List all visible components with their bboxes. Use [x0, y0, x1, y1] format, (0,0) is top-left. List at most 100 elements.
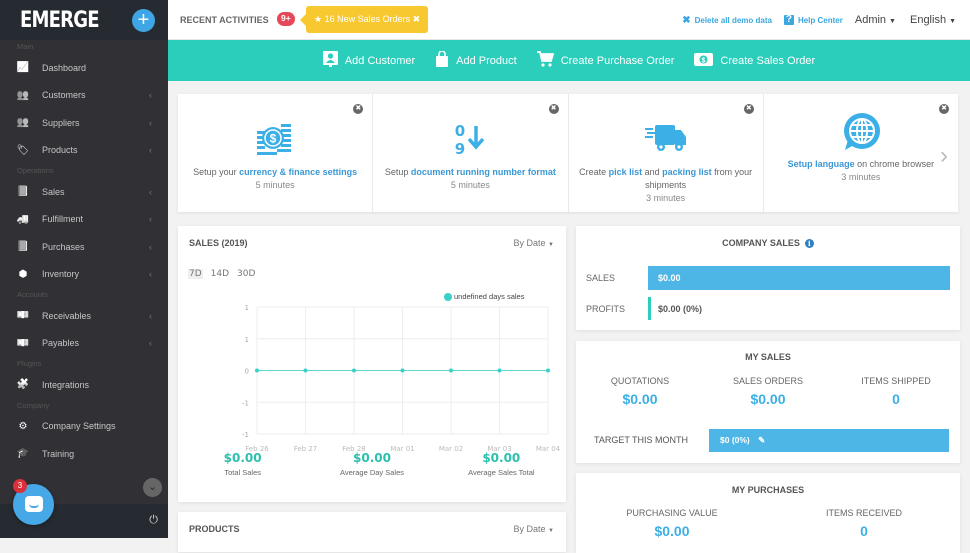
recent-activities[interactable]: RECENT ACTIVITIES	[180, 15, 269, 25]
data-point	[303, 368, 308, 373]
sidebar-item-integrations[interactable]: 🧩 Integrations	[0, 371, 168, 399]
sidebar-item-customers[interactable]: 👥 Customers ‹	[0, 82, 168, 110]
products-filter-label: By Date	[513, 524, 546, 534]
my-sales-title: MY SALES	[745, 352, 791, 362]
numbering-format-link[interactable]: document running number format	[411, 167, 556, 177]
sidebar-item-suppliers[interactable]: 👥 Suppliers ‹	[0, 109, 168, 137]
company-sales-panel: COMPANY SALES i SALES $0.00 PROFITS $0.00…	[576, 226, 960, 330]
sidebar-item-label: Customers	[42, 90, 86, 101]
products-filter-dropdown[interactable]: By Date ▼	[514, 524, 554, 534]
admin-dropdown[interactable]: Admin ▼	[855, 14, 896, 26]
pencil-icon[interactable]: ✎	[758, 435, 765, 445]
book-icon: 📘	[16, 186, 30, 198]
stat-label: Total Sales	[224, 468, 261, 477]
tags-icon: 🏷	[16, 144, 30, 156]
recent-activities-badge: 9+	[277, 12, 295, 26]
chevron-left-icon: ‹	[149, 214, 152, 225]
quick-add-button[interactable]: +	[132, 9, 155, 32]
sidebar-item-receivables[interactable]: 💵 Receivables ‹	[0, 302, 168, 330]
metric-items-received: ITEMS RECEIVED 0	[768, 508, 960, 539]
create-purchase-order-button[interactable]: Create Purchase Order	[536, 51, 674, 70]
sidebar-item-purchases[interactable]: 📘 Purchases ‹	[0, 233, 168, 261]
setup-card-text: Setup document running number format	[384, 167, 556, 177]
setup-card-picklist[interactable]: ✖ Create pick list and packing list from…	[569, 94, 764, 212]
packing-list-link[interactable]: packing list	[662, 167, 712, 177]
currency-settings-link[interactable]: currency & finance settings	[239, 167, 357, 177]
setup-card-numbering[interactable]: ✖ 09 Setup document running number forma…	[373, 94, 569, 212]
fast-truck-icon	[569, 118, 763, 160]
metric-label: SALES ORDERS	[732, 376, 804, 386]
sidebar-item-payables[interactable]: 💵 Payables ‹	[0, 330, 168, 358]
sidebar-item-products[interactable]: 🏷 Products ‹	[0, 137, 168, 165]
scroll-down-button[interactable]: ⌄	[143, 478, 162, 497]
sidebar-item-company-settings[interactable]: ⚙ Company Settings	[0, 413, 168, 441]
sidebar-item-label: Dashboard	[42, 62, 87, 73]
setup-card-language[interactable]: ✖ Setup language on chrome browser 3 min…	[764, 94, 958, 212]
sidebar-section-label: Operations	[17, 166, 54, 175]
money-icon: 💵	[16, 310, 30, 322]
graduation-cap-icon: 🎓	[16, 448, 30, 460]
brand-bar: EMERGE +	[0, 0, 168, 40]
metric-value: 0	[892, 391, 900, 407]
sidebar: EMERGE + Main 📈 Dashboard 👥 Customers ‹ 👥 Suppl…	[0, 0, 168, 538]
chevron-left-icon: ‹	[149, 269, 152, 280]
y-tick-label: 1	[245, 336, 249, 344]
chevron-left-icon: ‹	[149, 241, 152, 252]
sidebar-item-label: Training	[42, 448, 75, 459]
setup-card-time: 5 minutes	[255, 180, 295, 190]
shopping-bag-icon	[435, 50, 449, 70]
sidebar-section-label: Plugins	[17, 359, 42, 368]
sidebar-item-label: Purchases	[42, 241, 85, 252]
sidebar-item-label: Fulfillment	[42, 214, 84, 225]
users-icon: 👥	[16, 117, 30, 129]
sidebar-item-dashboard[interactable]: 📈 Dashboard	[0, 54, 168, 82]
data-point	[449, 368, 453, 373]
close-icon[interactable]: ✖	[939, 104, 949, 114]
chevron-left-icon: ‹	[149, 310, 152, 321]
setup-language-link[interactable]: Setup language	[788, 159, 855, 169]
help-center-link[interactable]: ? Help Center	[783, 14, 843, 25]
y-tick-label: 1	[245, 304, 249, 312]
chat-badge: 3	[13, 479, 27, 493]
close-icon[interactable]: ✖	[413, 14, 421, 24]
sidebar-item-training[interactable]: 🎓 Training	[0, 440, 168, 468]
topbar-right: ✖ Delete all demo data ? Help Center Admin…	[682, 0, 970, 40]
sales-row-label: SALES	[586, 273, 616, 283]
sidebar-item-sales[interactable]: 📘 Sales ‹	[0, 178, 168, 206]
my-purchases-panel: MY PURCHASES PURCHASING VALUE $0.00 ITEMS…	[576, 473, 960, 553]
close-icon[interactable]: ✖	[548, 104, 559, 114]
sidebar-item-label: Inventory	[42, 269, 80, 280]
stat-value: $0.00	[482, 451, 521, 465]
chat-launcher[interactable]: 3	[13, 479, 54, 525]
target-bar[interactable]: $0 (0%) ✎	[709, 429, 949, 452]
notification-toast[interactable]: ★ 16 New Sales Orders ✖	[299, 6, 429, 33]
create-sales-order-button[interactable]: $ Create Sales Order	[694, 52, 815, 69]
sales-line-chart: 110-1-1Feb 26 Feb 27 Feb 28 Mar 01 Mar 02 Mar…	[242, 304, 561, 451]
add-product-button[interactable]: Add Product	[435, 50, 517, 70]
close-icon[interactable]: ✖	[743, 104, 754, 114]
x-icon: ✖	[682, 14, 691, 26]
delete-demo-data-link[interactable]: ✖ Delete all demo data	[682, 15, 772, 26]
sidebar-item-label: Company Settings	[42, 421, 116, 432]
info-icon[interactable]: i	[804, 239, 814, 248]
svg-text:$: $	[702, 57, 706, 64]
y-tick-label: 0	[245, 368, 249, 376]
close-icon[interactable]: ✖	[353, 104, 364, 114]
language-label: English	[909, 14, 947, 26]
language-dropdown[interactable]: English ▼	[910, 14, 956, 26]
sidebar-item-fulfillment[interactable]: 🚚 Fulfillment ‹	[0, 206, 168, 234]
carousel-next-arrow[interactable]: ›	[940, 142, 948, 170]
setup-card-time: 5 minutes	[450, 180, 490, 190]
puzzle-icon: 🧩	[16, 379, 30, 391]
add-customer-button[interactable]: Add Customer	[322, 51, 415, 70]
power-icon[interactable]: ⏻	[149, 514, 158, 527]
metric-value: $0.00	[654, 523, 690, 539]
caret-down-icon: ▼	[949, 18, 956, 25]
logo[interactable]: EMERGE	[20, 8, 100, 33]
question-icon: ?	[783, 14, 794, 25]
sidebar-item-inventory[interactable]: ⬢ Inventory ‹	[0, 261, 168, 289]
pick-list-link[interactable]: pick list	[609, 167, 643, 177]
setup-card-text: Create pick list and packing list from y…	[579, 167, 753, 190]
caret-down-icon: ▼	[889, 18, 896, 25]
setup-card-currency[interactable]: ✖ $ Setup your currency & finance settin…	[178, 94, 374, 212]
